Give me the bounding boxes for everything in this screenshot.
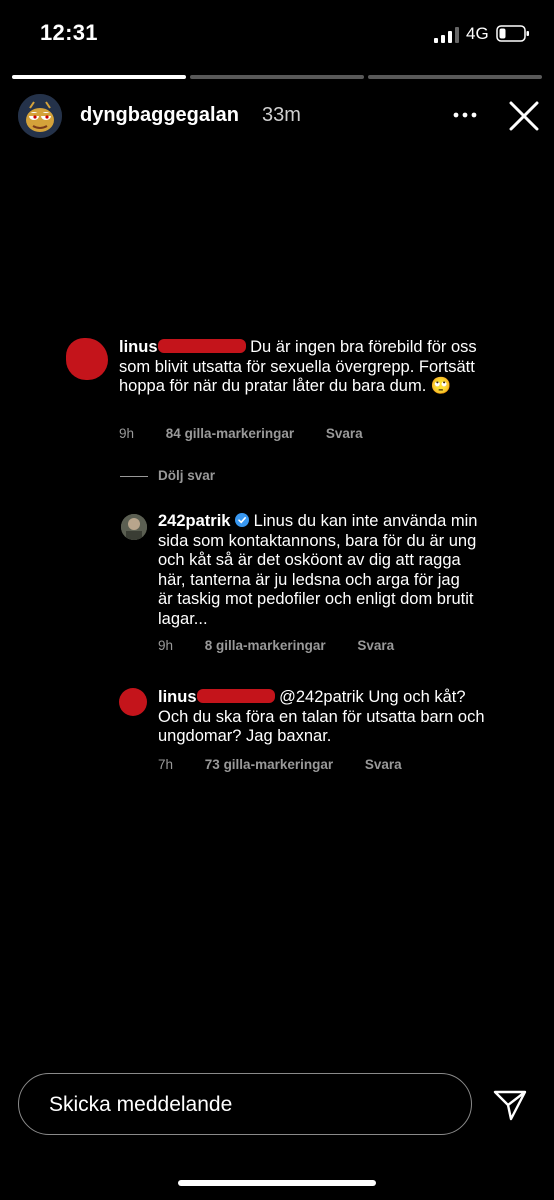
comment-time: 9h	[119, 426, 135, 441]
story-header: dyngbaggegalan 33m	[0, 92, 554, 142]
home-indicator[interactable]	[178, 1180, 376, 1186]
story-progress	[12, 75, 542, 79]
status-bar: 12:31 4G	[0, 0, 554, 70]
story-username[interactable]: dyngbaggegalan	[80, 104, 239, 127]
message-input[interactable]: Skicka meddelande	[18, 1073, 472, 1135]
comment-author[interactable]: linus	[119, 338, 158, 356]
clock: 12:31	[40, 20, 98, 45]
message-input-placeholder: Skicka meddelande	[49, 1093, 233, 1116]
comment-author[interactable]: linus	[158, 688, 197, 706]
comment-time: 7h	[158, 757, 174, 772]
send-icon[interactable]	[492, 1088, 528, 1122]
likes-count[interactable]: 84 gilla-markeringar	[166, 426, 294, 441]
battery-icon	[496, 25, 529, 42]
reply-button[interactable]: Svara	[357, 638, 394, 653]
signal-icon	[434, 27, 459, 43]
progress-segment	[12, 75, 186, 79]
likes-count[interactable]: 73 gilla-markeringar	[205, 757, 333, 772]
verified-badge-icon	[235, 513, 250, 527]
story-elapsed: 33m	[262, 104, 301, 126]
comment: linus Du är ingen bra förebild för oss s…	[119, 338, 489, 397]
hide-replies-button[interactable]: Dölj svar	[120, 468, 215, 483]
comment-author[interactable]: 242patrik	[158, 512, 230, 530]
commenter-avatar-redacted[interactable]	[66, 338, 108, 380]
more-options-icon[interactable]	[450, 102, 480, 128]
comment: 242patrik Linus du kan inte använda min …	[158, 512, 478, 629]
comment-meta: 9h 84 gilla-markeringar Svara	[119, 426, 391, 441]
commenter-avatar-redacted[interactable]	[119, 688, 147, 716]
likes-count[interactable]: 8 gilla-markeringar	[205, 638, 326, 653]
hide-replies-label: Dölj svar	[158, 468, 216, 483]
comment-time: 9h	[158, 638, 174, 653]
redacted-name	[157, 339, 246, 353]
comment: linus @242patrik Ung och kåt? Och du ska…	[158, 688, 488, 747]
comment-meta: 7h 73 gilla-markeringar Svara	[158, 757, 430, 772]
avatar-image	[18, 94, 62, 138]
redacted-name	[196, 689, 275, 703]
commenter-avatar[interactable]	[121, 514, 147, 540]
network-type: 4G	[466, 24, 489, 43]
avatar-image	[121, 514, 147, 540]
progress-segment	[190, 75, 364, 79]
reply-button[interactable]: Svara	[326, 426, 363, 441]
close-icon[interactable]	[506, 98, 542, 134]
reply-button[interactable]: Svara	[365, 757, 402, 772]
comment-meta: 9h 8 gilla-markeringar Svara	[158, 638, 422, 653]
divider	[120, 475, 148, 477]
progress-segment	[368, 75, 542, 79]
avatar[interactable]	[18, 94, 62, 138]
